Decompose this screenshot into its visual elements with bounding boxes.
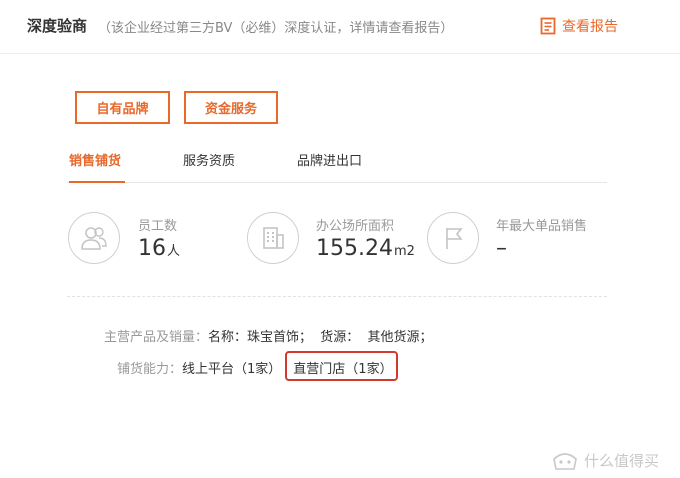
- page-title: 深度验商: [27, 17, 88, 35]
- building-icon: [247, 212, 299, 264]
- stat-value: 16人: [138, 236, 181, 261]
- section-divider: [67, 296, 607, 297]
- tab-sales-distribution[interactable]: 销售铺货: [69, 150, 121, 169]
- tab-bar: 销售铺货 服务资质 品牌进出口: [67, 148, 607, 183]
- stat-label: 年最大单品销售: [496, 219, 588, 234]
- main-products-value: 名称：珠宝首饰； 货源： 其他货源；: [208, 329, 433, 345]
- view-report-link[interactable]: 查看报告: [540, 15, 618, 37]
- people-icon: [68, 212, 120, 264]
- active-tab-indicator: [69, 181, 125, 183]
- stat-employees: 员工数 16人: [68, 212, 238, 268]
- stat-office-area: 办公场所面积 155.24m2: [247, 212, 427, 268]
- direct-store-highlight-box: [285, 351, 398, 381]
- stat-value: 155.24m2: [316, 236, 415, 261]
- financial-service-chip[interactable]: 资金服务: [184, 91, 278, 124]
- smzdm-logo-icon: [553, 453, 577, 470]
- flag-icon: [427, 212, 479, 264]
- watermark-text: 什么值得买: [584, 451, 660, 470]
- tab-service-qualification[interactable]: 服务资质: [183, 150, 235, 169]
- channel-online: 线上平台（1家）: [182, 361, 282, 377]
- distribution-label: 铺货能力：: [117, 361, 183, 377]
- page-header: 深度验商 （该企业经过第三方BV（必维）深度认证，详情请查看报告） 查看报告: [0, 0, 680, 54]
- view-report-label: 查看报告: [562, 19, 618, 35]
- stat-max-single-sales: 年最大单品销售 –: [427, 212, 607, 268]
- certification-note: （该企业经过第三方BV（必维）深度认证，详情请查看报告）: [98, 21, 454, 36]
- main-products-label: 主营产品及销量：: [104, 329, 209, 345]
- stat-label: 办公场所面积: [316, 219, 395, 234]
- watermark: 什么值得买: [552, 449, 659, 471]
- tab-brand-import-export[interactable]: 品牌进出口: [297, 150, 362, 169]
- report-icon: [540, 17, 556, 35]
- stat-label: 员工数: [138, 219, 178, 234]
- stat-value: –: [496, 236, 507, 261]
- main-products-row: 主营产品及销量： 名称：珠宝首饰； 货源： 其他货源；: [104, 325, 433, 345]
- own-brand-chip[interactable]: 自有品牌: [75, 91, 170, 124]
